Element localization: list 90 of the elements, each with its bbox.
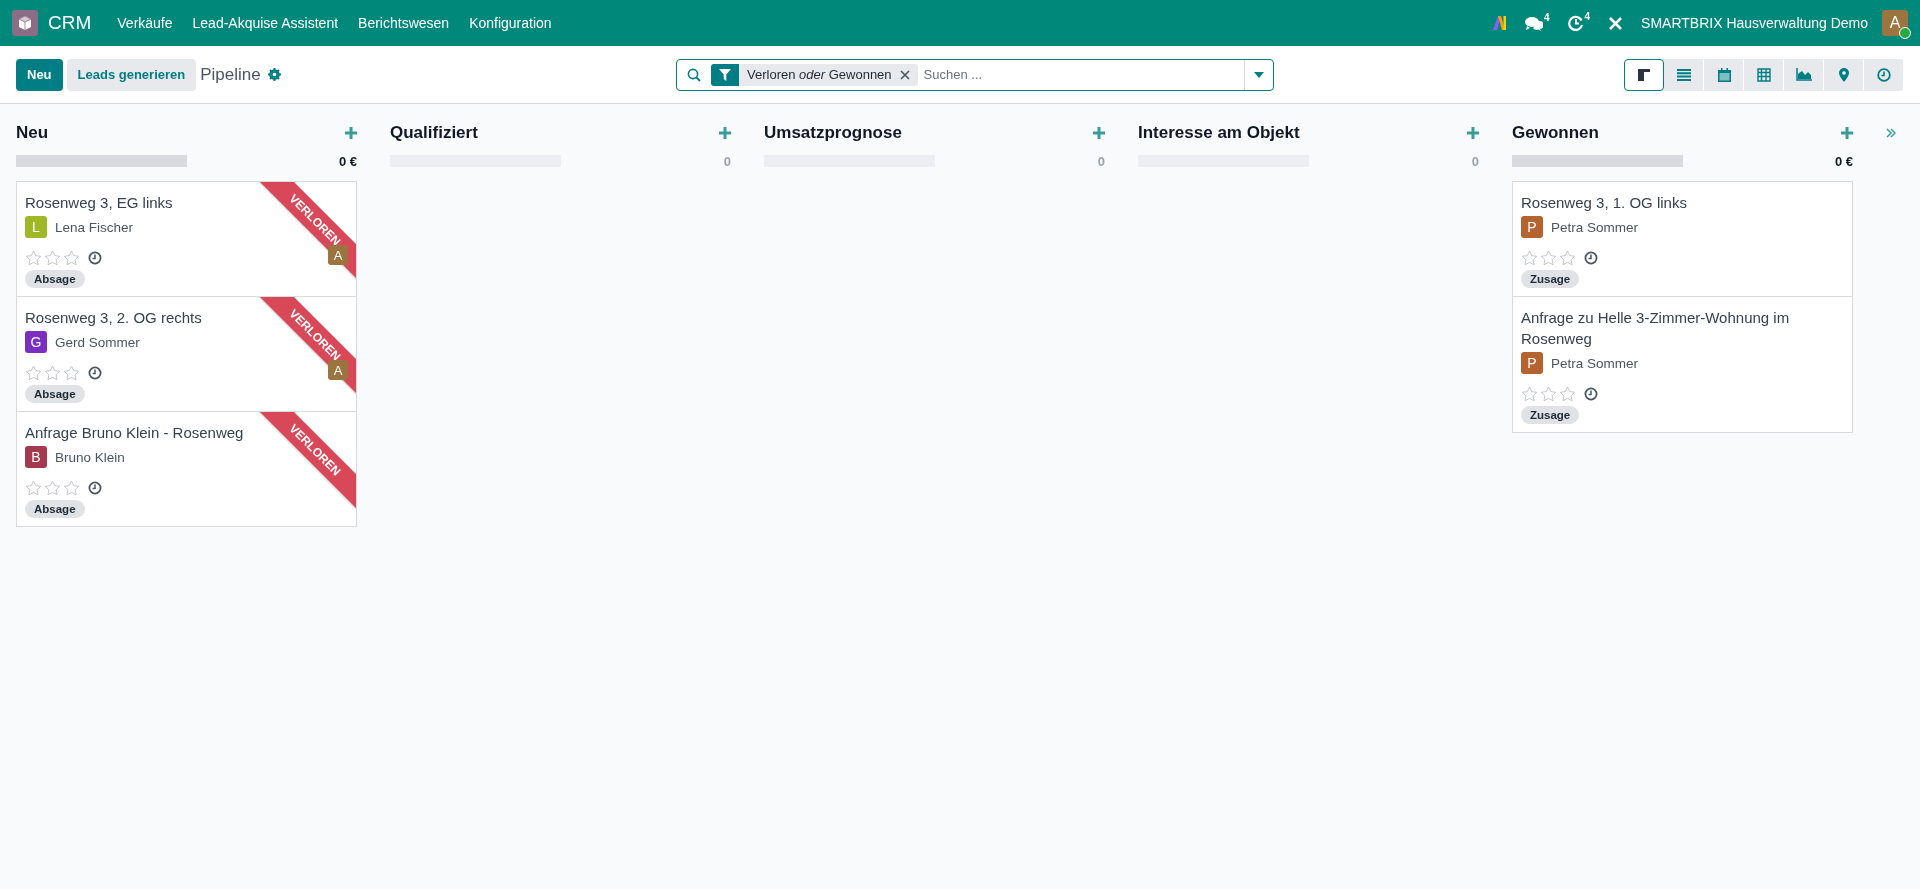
generate-leads-button[interactable]: Leads generieren [66, 58, 197, 91]
gear-icon[interactable] [267, 68, 281, 81]
tag: Zusage [1521, 270, 1580, 288]
add-icon[interactable] [1093, 127, 1105, 139]
app-logo[interactable] [12, 10, 38, 36]
menu-item[interactable]: Konfiguration [459, 15, 562, 31]
star-icon[interactable] [1559, 250, 1576, 266]
contact-avatar: L [25, 216, 47, 238]
add-icon[interactable] [719, 127, 731, 139]
search-icon [687, 67, 701, 82]
contact-avatar: B [25, 446, 47, 468]
contact-name: Gerd Sommer [55, 334, 140, 350]
star-icon[interactable] [1521, 386, 1538, 402]
clock-icon[interactable] [1584, 387, 1598, 401]
contact-avatar: P [1521, 352, 1543, 374]
filter-facet[interactable]: Verloren oder Gewonnen [711, 63, 918, 86]
tag: Absage [25, 385, 85, 403]
column-total: 0 [1471, 153, 1479, 169]
column-title: Umsatzprognose [764, 123, 902, 143]
new-button[interactable]: Neu [16, 58, 63, 91]
star-icon[interactable] [63, 365, 80, 381]
contact-name: Lena Fischer [55, 219, 134, 235]
star-icon[interactable] [25, 480, 42, 496]
table-grid-icon [1757, 67, 1771, 82]
star-icon[interactable] [25, 365, 42, 381]
clock-icon[interactable] [88, 366, 102, 380]
column-title: Interesse am Objekt [1138, 123, 1300, 143]
tag: Absage [25, 500, 85, 518]
calendar-icon [1717, 67, 1731, 82]
list-view-icon [1677, 68, 1691, 81]
column-total: 0 € [1834, 153, 1853, 169]
menu-item[interactable]: Lead-Akquise Assistent [182, 15, 349, 31]
caret-icon[interactable] [1254, 71, 1264, 78]
column-title: Qualifiziert [390, 123, 478, 143]
column-title: Gewonnen [1512, 123, 1599, 143]
user-avatar[interactable]: A [328, 360, 348, 380]
add-icon[interactable] [1841, 127, 1853, 139]
user-avatar[interactable]: A [328, 245, 348, 265]
column-title: Neu [16, 123, 49, 143]
star-icon[interactable] [44, 250, 61, 266]
column-total: 0 € [338, 153, 357, 169]
star-icon[interactable] [63, 480, 80, 496]
ai-icon[interactable] [1492, 16, 1507, 30]
star-icon[interactable] [25, 250, 42, 266]
lead-card[interactable]: Anfrage zu Helle 3-Zimmer-Wohnung im Rosenweg P Petra Sommer Zusage [1512, 296, 1853, 433]
message-count: 4 [1543, 11, 1550, 23]
filter-icon [719, 68, 731, 81]
activity-count: 4 [1584, 11, 1591, 22]
clock-icon[interactable] [88, 481, 102, 495]
star-icon[interactable] [44, 365, 61, 381]
clock-icon[interactable] [88, 251, 102, 265]
column-total: 0 [1097, 153, 1105, 169]
map-pin-icon [1839, 67, 1849, 82]
tag: Zusage [1521, 406, 1580, 424]
tag: Absage [25, 270, 85, 288]
star-icon[interactable] [1540, 250, 1557, 266]
search-field[interactable]: Verloren oder Gewonnen Suchen ... [676, 58, 1274, 91]
star-icon[interactable] [44, 480, 61, 496]
close-icon[interactable] [899, 69, 910, 80]
column-total: 0 [723, 153, 731, 169]
menu-item[interactable]: Berichtswesen [348, 15, 460, 31]
contact-name: Bruno Klein [55, 449, 125, 465]
contact-avatar: G [25, 331, 47, 353]
lead-card[interactable]: Rosenweg 3, 1. OG links P Petra Sommer Zusage [1512, 181, 1853, 297]
online-dot [1899, 27, 1911, 39]
double-chevron-icon[interactable] [1886, 128, 1896, 138]
breadcrumb: Pipeline [200, 64, 261, 85]
company-name[interactable]: SMARTBRIX Hausverwaltung Demo [1641, 15, 1868, 31]
chat-icon[interactable] [1524, 15, 1543, 31]
app-name[interactable]: CRM [48, 12, 92, 34]
user-avatar[interactable]: A [1882, 10, 1908, 36]
clock-icon[interactable] [1584, 251, 1598, 265]
clock-icon [1877, 67, 1891, 82]
add-icon[interactable] [345, 127, 357, 139]
contact-name: Petra Sommer [1551, 355, 1639, 371]
tools-icon[interactable] [1608, 15, 1624, 31]
contact-name: Petra Sommer [1551, 219, 1639, 235]
star-icon[interactable] [63, 250, 80, 266]
star-icon[interactable] [1559, 386, 1576, 402]
add-icon[interactable] [1467, 127, 1479, 139]
kanban-view-icon [1637, 67, 1651, 82]
menu-item[interactable]: Verkäufe [107, 15, 183, 31]
star-icon[interactable] [1521, 250, 1538, 266]
area-chart-icon [1796, 68, 1812, 81]
facet-label: Verloren oder Gewonnen [746, 67, 893, 82]
star-icon[interactable] [1540, 386, 1557, 402]
contact-avatar: P [1521, 216, 1543, 238]
card-title: Anfrage zu Helle 3-Zimmer-Wohnung im Rosenweg [1521, 308, 1791, 349]
card-title: Rosenweg 3, 1. OG links [1521, 193, 1688, 213]
view-button[interactable] [1624, 58, 1664, 91]
